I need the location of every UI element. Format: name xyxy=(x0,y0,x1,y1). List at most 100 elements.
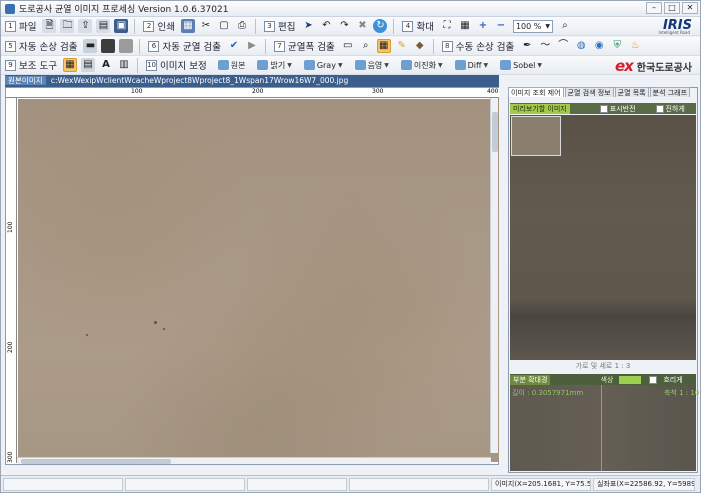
globe-icon[interactable]: ◍ xyxy=(574,39,588,53)
image-viewer[interactable]: 100 200 300 400 100 200 300 xyxy=(5,87,499,465)
color-swatch[interactable] xyxy=(619,375,642,384)
flame-icon[interactable]: ♨ xyxy=(628,39,642,53)
gray-dropdown[interactable]: Gray ▼ xyxy=(300,59,345,72)
zoom-out-icon[interactable]: − xyxy=(494,19,508,33)
app-window: 도로공사 균열 이미지 프로세싱 Version 1.0.6.37021 – □… xyxy=(0,0,701,493)
blur-checkbox[interactable] xyxy=(649,375,658,384)
settings-tool-icon[interactable]: ✂ xyxy=(199,19,213,33)
tab-crack-list[interactable]: 균열 목록 xyxy=(614,87,649,97)
scroll-thumb[interactable] xyxy=(492,112,498,152)
delete-icon[interactable]: ✖ xyxy=(355,19,369,33)
print-icon[interactable]: ⎙ xyxy=(235,19,249,33)
horizontal-scrollbar[interactable] xyxy=(17,457,491,464)
scroll-thumb[interactable] xyxy=(21,459,171,464)
diff-dropdown[interactable]: Diff ▼ xyxy=(451,59,491,72)
fill-gray-icon[interactable] xyxy=(119,39,134,53)
refresh-icon[interactable]: ↻ xyxy=(373,19,388,33)
group-label-edit[interactable]: 편집 xyxy=(278,19,295,33)
toolbar-row-2: 5 자동 손상 검출 ▬ 6 자동 균열 검출 ✔ ▶ 7 균열폭 검출 ▭ ⌕… xyxy=(1,37,700,56)
image-icon xyxy=(354,60,366,70)
check-icon[interactable]: ✔ xyxy=(227,39,241,53)
tab-crack-search[interactable]: 균열 검색 정보 xyxy=(564,87,614,97)
group-auto-damage: 5 자동 손상 검출 ▬ xyxy=(5,38,135,55)
pencil-icon[interactable]: ✎ xyxy=(395,39,409,53)
viewer-tab[interactable]: 원본이미지 xyxy=(5,76,46,85)
brightness-dropdown[interactable]: 밝기 ▼ xyxy=(253,59,293,72)
fit-window-icon[interactable]: ⛶ xyxy=(440,19,454,33)
zoom-select[interactable]: 100 % ▼ xyxy=(512,19,553,33)
group-label-image-correction[interactable]: 이미지 보정 xyxy=(160,58,207,72)
damage-tool-icon[interactable]: ▬ xyxy=(83,39,98,53)
redo-icon[interactable]: ↷ xyxy=(337,19,351,33)
group-label-aux-tools[interactable]: 보조 도구 xyxy=(19,58,57,72)
separator xyxy=(264,38,266,54)
maximize-button[interactable]: □ xyxy=(664,2,680,14)
surface-spot xyxy=(154,321,157,324)
pointer-icon[interactable]: ➤ xyxy=(301,19,315,33)
group-number: 4 xyxy=(402,20,414,32)
invert-label: 표시반전 xyxy=(609,104,636,113)
magnifier-icon[interactable]: ⌕ xyxy=(359,39,373,53)
globe-search-icon[interactable]: ◉ xyxy=(592,39,606,53)
group-label-print[interactable]: 인쇄 xyxy=(157,19,174,33)
original-button[interactable]: 원본 xyxy=(214,59,248,72)
minimize-button[interactable]: – xyxy=(646,2,662,14)
group-label-zoom[interactable]: 확대 xyxy=(416,19,433,33)
open-file-icon[interactable]: 🗎 xyxy=(42,19,57,33)
ruler-label: 400 xyxy=(487,88,499,95)
hatch-icon[interactable]: ▤ xyxy=(80,58,95,72)
undo-icon[interactable]: ↶ xyxy=(319,19,333,33)
zoom-area-icon[interactable]: ⌕ xyxy=(558,19,572,33)
group-number: 6 xyxy=(148,40,160,52)
shadow-label: 음영 xyxy=(367,60,383,70)
export-icon[interactable]: ⇪ xyxy=(78,19,93,33)
freehand-icon[interactable]: 〜 xyxy=(538,39,552,53)
darken-checkbox[interactable] xyxy=(655,104,664,113)
eraser-icon[interactable]: ◆ xyxy=(413,39,427,53)
zoom-in-icon[interactable]: + xyxy=(476,19,490,33)
preview-thumbnail[interactable] xyxy=(511,116,561,156)
binary-dropdown[interactable]: 이진화 ▼ xyxy=(397,59,445,72)
tab-image-view[interactable]: 이미지 조회 제어 xyxy=(508,87,564,97)
curve-icon[interactable]: ⌒ xyxy=(556,39,570,53)
save-icon[interactable]: ▣ xyxy=(114,19,129,33)
grid-select-icon[interactable]: ▦ xyxy=(376,39,391,53)
pen-icon[interactable]: ✒ xyxy=(520,39,534,53)
ruler-label: 200 xyxy=(7,341,14,353)
print-preview-icon[interactable]: ▦ xyxy=(180,19,195,33)
fill-black-icon[interactable] xyxy=(101,39,116,53)
blur-label: 흐리게 xyxy=(663,375,683,384)
magnifier-scale: 축척 1 : 10 xyxy=(664,389,700,397)
play-icon[interactable]: ▶ xyxy=(245,39,259,53)
pavement-image[interactable] xyxy=(18,99,499,462)
ruler-top: 100 200 300 400 xyxy=(6,88,499,98)
group-number: 2 xyxy=(143,20,155,32)
text-icon[interactable]: A xyxy=(99,58,113,72)
group-label-file[interactable]: 파일 xyxy=(19,19,36,33)
open-folder-icon[interactable]: 🗀 xyxy=(60,19,75,33)
group-auto-crack: 6 자동 균열 검출 ✔ ▶ xyxy=(148,38,260,55)
ruler-left: 100 200 300 xyxy=(6,98,17,463)
group-label-auto-crack[interactable]: 자동 균열 검출 xyxy=(162,39,220,53)
group-label-manual-damage[interactable]: 수동 손상 검출 xyxy=(456,39,514,53)
layout-icon[interactable]: ▥ xyxy=(117,58,131,72)
ruler-icon[interactable]: ▭ xyxy=(341,39,355,53)
grid-icon[interactable]: ▦ xyxy=(458,19,472,33)
separator xyxy=(254,18,256,34)
vertical-scrollbar[interactable] xyxy=(490,98,498,453)
shadow-dropdown[interactable]: 음영 ▼ xyxy=(351,59,391,72)
group-label-crack-width[interactable]: 균열폭 검출 xyxy=(288,39,335,53)
shield-icon[interactable]: ⛨ xyxy=(610,39,624,53)
close-button[interactable]: ✕ xyxy=(682,2,698,14)
sobel-dropdown[interactable]: Sobel ▼ xyxy=(496,59,544,72)
magnifier-length: 길이 : 0.3057971mm xyxy=(512,389,584,397)
group-label-auto-damage[interactable]: 자동 손상 검출 xyxy=(19,39,77,53)
group-number: 8 xyxy=(441,40,453,52)
scanner-icon[interactable]: ▤ xyxy=(96,19,111,33)
magnifier-crosshair xyxy=(601,385,602,471)
tab-analysis-graph[interactable]: 분석 그래프 xyxy=(649,87,691,97)
image-icon xyxy=(400,60,412,70)
grid-tool-icon[interactable]: ▦ xyxy=(62,58,77,72)
invert-checkbox[interactable] xyxy=(599,104,608,113)
clipboard-icon[interactable]: ▢ xyxy=(217,19,231,33)
